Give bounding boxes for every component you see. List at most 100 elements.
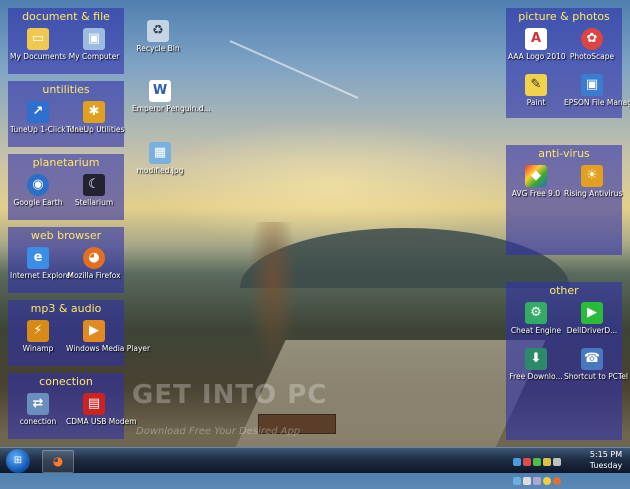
firefox-shortcut[interactable]: ◕ Mozilla Firefox xyxy=(66,247,122,280)
paint-icon: ✎ xyxy=(525,74,547,96)
wallpaper-sky-glow xyxy=(140,120,520,250)
icon-label: conection xyxy=(19,417,57,426)
image-file-icon: ▦ xyxy=(149,142,171,164)
internet-explorer-shortcut[interactable]: e Internet Explorer xyxy=(10,247,74,280)
icon-label: TuneUp 1-Click Mai... xyxy=(10,125,89,134)
internet-explorer-icon: e xyxy=(27,247,49,269)
cheat-engine-shortcut[interactable]: ⚙ Cheat Engine xyxy=(508,302,564,335)
clock-day: Tuesday xyxy=(589,461,623,470)
panel-conection: conection ⇄ conection ▤ CDMA USB Modem xyxy=(8,373,137,439)
icon-label: Mozilla Firefox xyxy=(67,271,121,280)
free-download-shortcut[interactable]: ⬇ Free Downlo... xyxy=(508,348,564,381)
my-computer-shortcut[interactable]: ▣ My Computer xyxy=(66,28,122,61)
icon-label: Windows Media Player xyxy=(66,344,151,353)
tray-icon[interactable] xyxy=(543,477,551,485)
winamp-icon: ⚡ xyxy=(27,320,49,342)
tray-icon[interactable] xyxy=(553,458,561,466)
photoscape-shortcut[interactable]: ✿ PhotoScape xyxy=(564,28,620,61)
icon-label: Internet Explorer xyxy=(10,271,74,280)
icon-label: Rising Antivirus xyxy=(564,189,623,198)
media-player-icon: ▶ xyxy=(83,320,105,342)
icon-label: My Computer xyxy=(68,52,120,61)
computer-icon: ▣ xyxy=(83,28,105,50)
tray-icon[interactable] xyxy=(513,477,521,485)
cdma-modem-shortcut[interactable]: ▤ CDMA USB Modem xyxy=(66,393,137,426)
panel-title: untilities xyxy=(42,83,90,96)
epson-icon: ▣ xyxy=(581,74,603,96)
panel-utilities: untilities ↗ TuneUp 1-Click Mai... ✱ Tun… xyxy=(8,81,124,147)
pctel-icon: ☎ xyxy=(581,348,603,370)
winamp-shortcut[interactable]: ⚡ Winamp xyxy=(10,320,66,353)
tray-icon[interactable] xyxy=(543,458,551,466)
icon-label: Free Downlo... xyxy=(509,372,563,381)
tray-icon[interactable] xyxy=(553,477,561,485)
icon-label: AVG Free 9.0 xyxy=(511,189,561,198)
icon-label: Google Earth xyxy=(13,198,63,207)
panel-document-file: document & file ▭ My Documents ▣ My Comp… xyxy=(8,8,124,74)
rising-lion-icon: ☀ xyxy=(581,165,603,187)
tuneup-gears-icon: ✱ xyxy=(83,101,105,123)
panel-title: other xyxy=(549,284,579,297)
avg-free-shortcut[interactable]: ◆ AVG Free 9.0 xyxy=(508,165,564,198)
start-button[interactable]: ⊞ xyxy=(6,449,30,473)
panel-title: picture & photos xyxy=(518,10,610,23)
modified-jpg-shortcut[interactable]: ▦ modified.jpg xyxy=(132,142,188,175)
google-earth-shortcut[interactable]: ◉ Google Earth xyxy=(10,174,66,207)
rising-antivirus-shortcut[interactable]: ☀ Rising Antivirus xyxy=(564,165,623,198)
panel-anti-virus: anti-virus ◆ AVG Free 9.0 ☀ Rising Antiv… xyxy=(506,145,622,255)
tray-icon[interactable] xyxy=(523,458,531,466)
panel-planetarium: planetarium ◉ Google Earth ☾ Stellarium xyxy=(8,154,124,220)
dell-driver-shortcut[interactable]: ▶ DellDriverD... xyxy=(564,302,620,335)
paint-shortcut[interactable]: ✎ Paint xyxy=(508,74,564,107)
icon-label: Cheat Engine xyxy=(510,326,562,335)
icon-label: Paint xyxy=(526,98,546,107)
system-tray xyxy=(512,451,576,485)
modem-icon: ▤ xyxy=(83,393,105,415)
clock-time: 5:15 PM xyxy=(589,450,623,459)
conection-shortcut[interactable]: ⇄ conection xyxy=(10,393,66,426)
icon-label: modified.jpg xyxy=(136,166,184,175)
windows-media-player-shortcut[interactable]: ▶ Windows Media Player xyxy=(66,320,151,353)
folder-icon: ▭ xyxy=(27,28,49,50)
tray-icon[interactable] xyxy=(533,458,541,466)
watermark-title: GET INTO PC xyxy=(132,380,328,410)
recycle-bin-shortcut[interactable]: ♻ Recycle Bin xyxy=(130,20,186,53)
icon-label: CDMA USB Modem xyxy=(66,417,137,426)
stellarium-shortcut[interactable]: ☾ Stellarium xyxy=(66,174,122,207)
wallpaper-contrail xyxy=(229,40,359,99)
photoscape-icon: ✿ xyxy=(581,28,603,50)
panel-title: anti-virus xyxy=(538,147,590,160)
avg-icon: ◆ xyxy=(525,165,547,187)
icon-label: Recycle Bin xyxy=(136,44,180,53)
volume-icon[interactable] xyxy=(523,477,531,485)
icon-label: TuneUp Utilities xyxy=(66,125,125,134)
green-arrow-icon: ▶ xyxy=(581,302,603,324)
watermark-subtitle: Download Free Your Desired App xyxy=(136,426,301,437)
pctel-shortcut[interactable]: ☎ Shortcut to PCTel xyxy=(564,348,629,381)
panel-mp3-audio: mp3 & audio ⚡ Winamp ▶ Windows Media Pla… xyxy=(8,300,151,366)
panel-title: document & file xyxy=(22,10,110,23)
icon-label: Stellarium xyxy=(74,198,114,207)
panel-picture-photos: picture & photos A AAA Logo 2010 ✿ Photo… xyxy=(506,8,630,118)
epson-file-manager-shortcut[interactable]: ▣ EPSON File Manager xyxy=(564,74,630,107)
my-documents-shortcut[interactable]: ▭ My Documents xyxy=(10,28,66,61)
clock[interactable]: 5:15 PM Tuesday xyxy=(584,449,628,471)
emperor-penguin-doc-shortcut[interactable]: W Emperor Penguin.d... xyxy=(132,80,211,113)
tray-icon[interactable] xyxy=(513,458,521,466)
panel-title: conection xyxy=(39,375,93,388)
icon-label: PhotoScape xyxy=(569,52,615,61)
panel-other: other ⚙ Cheat Engine ▶ DellDriverD... ⬇ … xyxy=(506,282,629,440)
panel-title: mp3 & audio xyxy=(30,302,102,315)
network-tray-icon[interactable] xyxy=(533,477,541,485)
firefox-taskbar-button[interactable]: ◕ xyxy=(42,450,74,473)
tuneup-utilities-shortcut[interactable]: ✱ TuneUp Utilities xyxy=(66,101,125,134)
tuneup-icon: ↗ xyxy=(27,101,49,123)
tuneup-1click-shortcut[interactable]: ↗ TuneUp 1-Click Mai... xyxy=(10,101,89,134)
aaa-logo-icon: A xyxy=(525,28,547,50)
stellarium-icon: ☾ xyxy=(83,174,105,196)
icon-label: Shortcut to PCTel xyxy=(564,372,629,381)
globe-icon: ◉ xyxy=(27,174,49,196)
aaa-logo-shortcut[interactable]: A AAA Logo 2010 xyxy=(508,28,566,61)
panel-title: web browser xyxy=(30,229,102,242)
network-icon: ⇄ xyxy=(27,393,49,415)
